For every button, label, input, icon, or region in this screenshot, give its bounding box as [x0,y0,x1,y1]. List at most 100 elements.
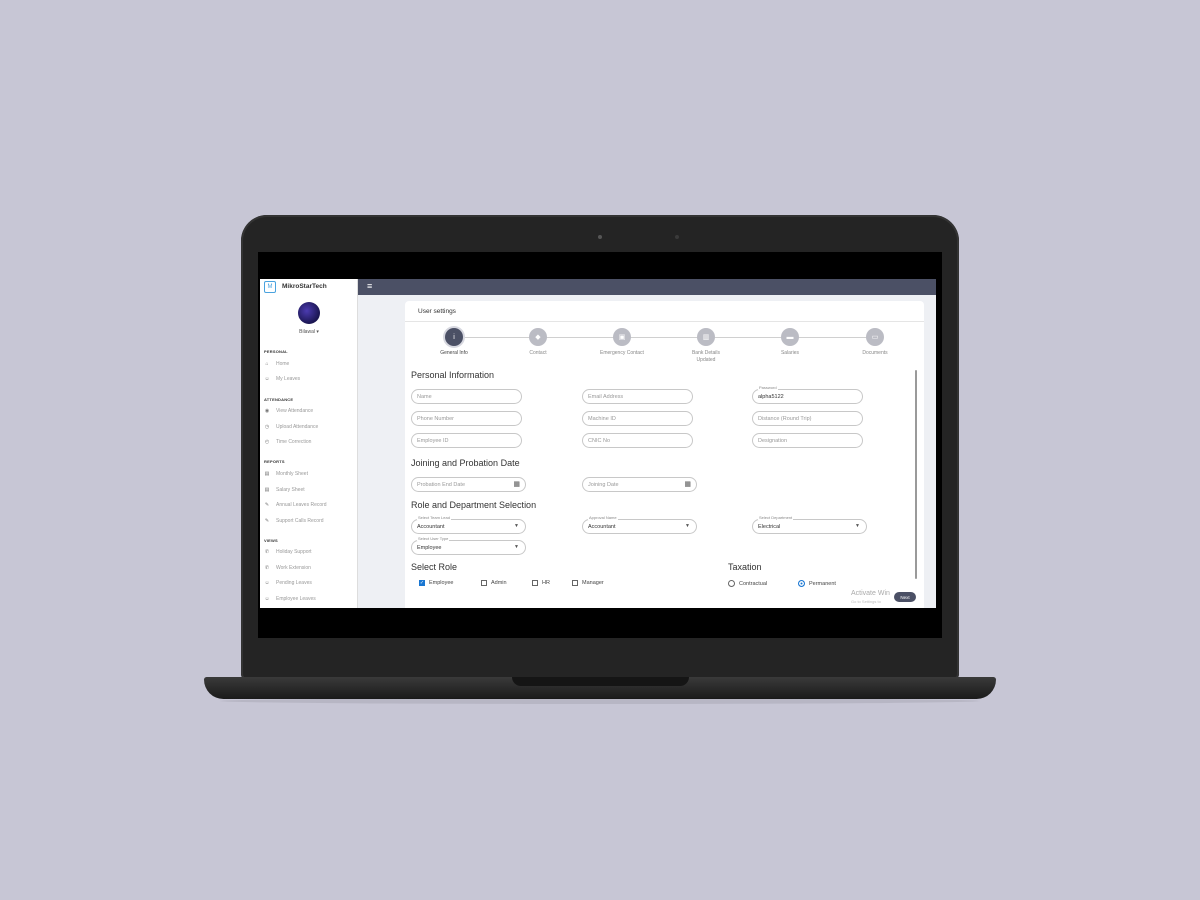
webcam [598,235,602,239]
step-general-info[interactable]: i General Info [414,328,494,357]
email-field[interactable]: Email Address [582,389,693,404]
step-label: Bank Details Updated [691,350,721,363]
sidebar-item-salary-sheet[interactable]: ▤ Salary Sheet [264,487,305,493]
user-settings-card: User settings i General Info ◆ Contact ▣… [405,301,924,608]
user-name: Bilawal [299,329,315,335]
probation-end-date-field[interactable]: Probation End Date ▦ [411,477,526,492]
nav-section-personal: PERSONAL [264,349,288,354]
sidebar-item-support-calls-record[interactable]: ✎ Support Calls Record [264,518,324,524]
step-salaries[interactable]: ▬ Salaries [750,328,830,357]
divider [405,321,924,322]
field-placeholder: Email Address [588,393,624,400]
taxation-radio-permanent[interactable]: Permanent [798,580,836,587]
field-placeholder: Joining Date [588,481,619,488]
checkbox-icon [572,580,578,586]
field-placeholder: Name [417,393,432,400]
field-placeholder: Machine ID [588,415,616,422]
users-icon: ☺ [264,580,270,586]
next-button[interactable]: Next [894,592,916,602]
field-label: Select Department [758,515,794,520]
sidebar-item-my-leaves[interactable]: ☺ My Leaves [264,376,300,382]
calendar-icon[interactable]: ▦ [684,480,691,488]
user-menu[interactable]: Bilawal ▾ [260,329,358,335]
team-lead-select[interactable]: Select Team Lead Accountant ▼ [411,515,526,534]
joining-heading: Joining and Probation Date [411,458,520,468]
distance-field[interactable]: Distance (Round Trip) [752,411,863,426]
role-checkbox-admin[interactable]: Admin [481,580,507,586]
approver-select[interactable]: Approval Name Accountant ▼ [582,515,697,534]
checkbox-label: Admin [491,580,507,586]
sidebar: M MikroStarTech Bilawal ▾ PERSONAL ⌂ Home… [260,279,358,608]
cnic-field[interactable]: CNIC No [582,433,693,448]
nav-section-views: VIEWS [264,538,278,543]
checkbox-checked-icon: ✓ [419,580,425,586]
checkbox-label: Manager [582,580,604,586]
chevron-down-icon: ▼ [514,544,519,550]
info-icon: i [445,328,463,346]
activation-watermark-sub: Go to Settings to [851,599,881,604]
sidebar-item-holiday-support[interactable]: ✆ Holiday Support [264,549,312,555]
sidebar-item-employee-leaves[interactable]: ☺ Employee Leaves [264,596,315,602]
calendar-icon[interactable]: ▦ [513,480,520,488]
field-value: alpha5122 [758,393,784,400]
sidebar-item-annual-leaves-record[interactable]: ✎ Annual Leaves Record [264,502,327,508]
id-card-icon: ▣ [613,328,631,346]
document-icon: ✎ [264,502,270,508]
avatar[interactable] [298,302,320,324]
role-checkbox-manager[interactable]: Manager [572,580,604,586]
password-field[interactable]: Password alpha5122 [752,385,863,404]
laptop-shadow [220,698,980,704]
field-placeholder: Phone Number [417,415,454,422]
upload-icon: ◷ [264,424,270,430]
machine-id-field[interactable]: Machine ID [582,411,693,426]
radio-icon [728,580,735,587]
sidebar-item-label: Home [276,361,290,367]
department-select[interactable]: Select Department Electrical ▼ [752,515,867,534]
brand[interactable]: M MikroStarTech [260,279,357,294]
role-checkbox-employee[interactable]: ✓ Employee [419,580,453,586]
sidebar-item-home[interactable]: ⌂ Home [264,361,289,367]
sidebar-item-view-attendance[interactable]: ◉ View Attendance [264,408,313,414]
phone-number-field[interactable]: Phone Number [411,411,522,426]
sidebar-item-monthly-sheet[interactable]: ▤ Monthly Sheet [264,471,308,477]
step-documents[interactable]: ▭ Documents [835,328,915,357]
sidebar-item-label: Monthly Sheet [276,471,308,477]
radio-label: Permanent [809,580,836,587]
user-type-select[interactable]: Select User Type Employee ▼ [411,536,526,555]
phone-icon: ✎ [264,518,270,524]
sidebar-item-time-correction[interactable]: ◴ Time Correction [264,439,312,445]
step-bank-details[interactable]: ▥ Bank Details Updated [666,328,746,364]
user-icon: ☺ [264,376,270,382]
folder-icon: ▭ [866,328,884,346]
joining-date-field[interactable]: Joining Date ▦ [582,477,697,492]
step-emergency-contact[interactable]: ▣ Emergency Contact [582,328,662,357]
designation-field[interactable]: Designation [752,433,863,448]
sidebar-item-upload-attendance[interactable]: ◷ Upload Attendance [264,424,318,430]
activation-watermark: Activate Win [851,590,890,597]
step-label: General Info [440,350,468,356]
step-contact[interactable]: ◆ Contact [498,328,578,357]
scrollbar[interactable] [915,370,917,579]
sidebar-item-label: View Attendance [276,408,314,414]
field-label: Select User Type [417,536,450,541]
field-placeholder: Employee ID [417,437,449,444]
taxation-radio-contractual[interactable]: Contractual [728,580,767,587]
chevron-down-icon: ▾ [316,329,319,335]
name-field[interactable]: Name [411,389,522,404]
sidebar-item-work-extension[interactable]: ✆ Work Extension [264,565,311,571]
taxation-heading: Taxation [728,562,762,572]
document-icon: ▤ [264,471,270,477]
role-checkbox-hr[interactable]: HR [532,580,550,586]
employee-id-field[interactable]: Employee ID [411,433,522,448]
users-icon: ☺ [264,596,270,602]
sidebar-item-label: Annual Leaves Record [276,502,327,508]
laptop-notch [512,677,689,686]
sidebar-item-pending-leaves[interactable]: ☺ Pending Leaves [264,580,311,586]
select-value: Accountant [417,523,445,530]
radio-checked-icon [798,580,805,587]
sidebar-item-label: My Leaves [276,376,301,382]
step-label: Contact [529,350,547,356]
select-value: Employee [417,544,442,551]
hamburger-menu-icon[interactable]: ≡ [367,281,372,291]
field-placeholder: CNIC No [588,437,611,444]
